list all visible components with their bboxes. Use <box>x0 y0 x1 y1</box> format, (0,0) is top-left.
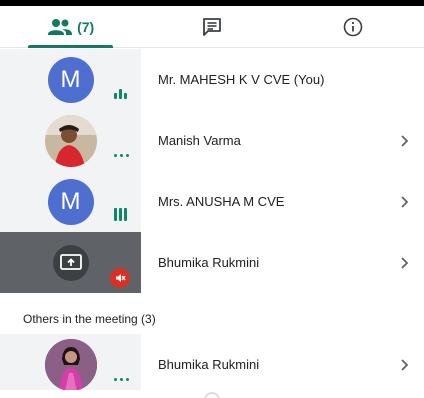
participant-tile <box>0 110 141 171</box>
participant-tile: M <box>0 49 141 110</box>
participant-name: Mrs. ANUSHA M CVE <box>158 194 285 209</box>
participant-name: Mr. MAHESH K V CVE (You) <box>158 72 325 87</box>
chevron-right-icon[interactable] <box>384 256 424 269</box>
tab-chat[interactable] <box>141 6 282 47</box>
avatar: M <box>47 56 94 103</box>
participant-row[interactable]: Bhumika Rukmini <box>0 334 424 395</box>
participant-tile: M <box>0 171 141 232</box>
participant-row[interactable]: M Mr. MAHESH K V CVE (You) <box>0 49 424 110</box>
chat-icon <box>203 17 221 36</box>
audio-idle-icon <box>114 154 129 157</box>
participant-name: Manish Varma <box>158 133 241 148</box>
avatar <box>44 114 97 167</box>
tab-info[interactable] <box>283 6 424 47</box>
info-icon <box>344 17 363 36</box>
section-title: Others in the meeting (3) <box>23 312 156 326</box>
chevron-right-icon[interactable] <box>384 134 424 147</box>
presenting-icon <box>52 244 89 281</box>
people-count: (7) <box>77 18 95 35</box>
mic-off-icon <box>110 268 130 288</box>
audio-level-icon <box>114 208 127 221</box>
participant-tile <box>0 232 141 293</box>
avatar <box>44 338 97 391</box>
participant-name: Bhumika Rukmini <box>158 255 260 270</box>
chevron-right-icon[interactable] <box>384 358 424 371</box>
participant-row[interactable]: Bhumika Rukmini <box>0 232 424 293</box>
participant-name: Bhumika Rukmini <box>158 357 260 372</box>
participant-tile <box>0 334 141 395</box>
participant-row[interactable]: Manish Varma <box>0 110 424 171</box>
avatar: M <box>47 178 94 225</box>
tab-indicator <box>28 45 114 48</box>
chevron-right-icon[interactable] <box>384 195 424 208</box>
tab-bar: (7) <box>0 6 424 48</box>
audio-level-icon <box>114 89 127 99</box>
participant-row[interactable]: M Mrs. ANUSHA M CVE <box>0 171 424 232</box>
people-icon <box>48 18 73 35</box>
tab-people[interactable]: (7) <box>0 6 141 48</box>
audio-idle-icon <box>114 378 129 381</box>
